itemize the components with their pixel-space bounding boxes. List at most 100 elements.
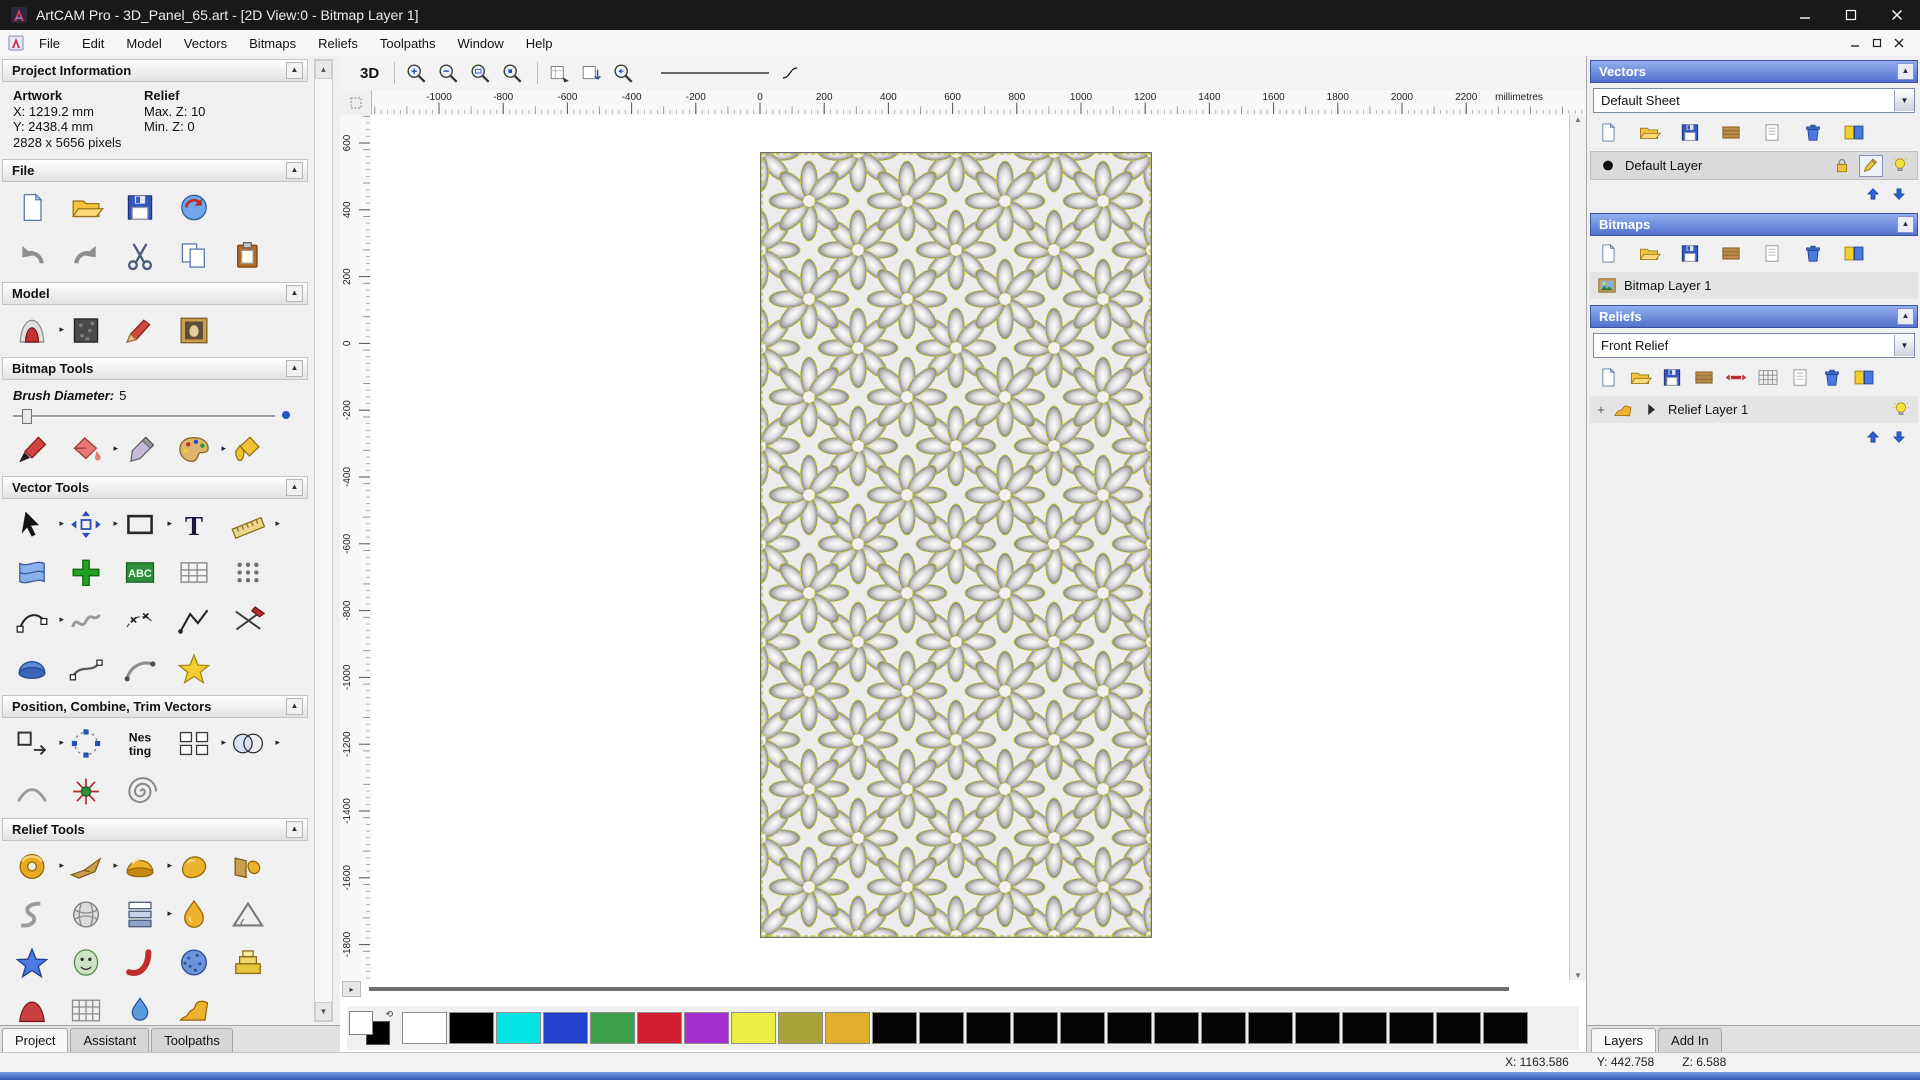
layer-visibility-icon[interactable] bbox=[1842, 243, 1866, 265]
menu-window[interactable]: Window bbox=[447, 30, 515, 56]
open-model-icon[interactable] bbox=[64, 186, 108, 228]
dome-icon[interactable]: ▸ bbox=[118, 845, 162, 887]
collapse-icon[interactable]: ▲ bbox=[286, 162, 303, 179]
select-icon[interactable]: ▸ bbox=[10, 503, 54, 545]
palette-color-9[interactable] bbox=[825, 1012, 870, 1044]
zoom-box-icon[interactable] bbox=[466, 59, 496, 87]
tab-toolpaths[interactable]: Toolpaths bbox=[151, 1028, 233, 1053]
collapse-icon[interactable]: ▲ bbox=[286, 360, 303, 377]
cut-icon[interactable] bbox=[118, 234, 162, 276]
palette-color-10[interactable] bbox=[872, 1012, 917, 1044]
menu-help[interactable]: Help bbox=[515, 30, 564, 56]
layer-delete-icon[interactable] bbox=[1801, 243, 1825, 265]
layer-copy-icon[interactable] bbox=[1760, 122, 1784, 144]
menu-reliefs[interactable]: Reliefs bbox=[307, 30, 369, 56]
transfer-relief-icon[interactable] bbox=[1724, 367, 1748, 389]
texture-sphere-icon[interactable] bbox=[172, 941, 216, 983]
menu-model[interactable]: Model bbox=[115, 30, 172, 56]
scroll-left-icon[interactable]: ▸ bbox=[342, 981, 361, 997]
palette-color-23[interactable] bbox=[1483, 1012, 1528, 1044]
palette-color-5[interactable] bbox=[637, 1012, 682, 1044]
circular-copy-icon[interactable] bbox=[64, 722, 108, 764]
layer-merge-icon[interactable] bbox=[1719, 122, 1743, 144]
weave-icon[interactable] bbox=[64, 893, 108, 935]
layer-name[interactable]: Default Layer bbox=[1625, 158, 1702, 173]
menu-edit[interactable]: Edit bbox=[71, 30, 115, 56]
bucket-fill-icon[interactable] bbox=[226, 428, 270, 470]
spiral-icon[interactable] bbox=[118, 770, 162, 812]
layer-name[interactable]: Bitmap Layer 1 bbox=[1624, 278, 1711, 293]
dropdown-arrow-icon[interactable]: ▼ bbox=[1894, 90, 1914, 111]
menu-file[interactable]: File bbox=[28, 30, 71, 56]
view-3d-button[interactable]: 3D bbox=[352, 63, 387, 84]
fence-icon[interactable] bbox=[172, 551, 216, 593]
collapse-icon[interactable]: ▲ bbox=[286, 821, 303, 838]
layer-open-icon[interactable] bbox=[1637, 122, 1661, 144]
palette-color-14[interactable] bbox=[1060, 1012, 1105, 1044]
droplet-icon[interactable] bbox=[118, 989, 162, 1025]
line-style-preview[interactable] bbox=[655, 64, 815, 82]
flyout-arrow-icon[interactable]: ▸ bbox=[275, 518, 280, 529]
copy-icon[interactable] bbox=[172, 234, 216, 276]
offset-relief-icon[interactable] bbox=[226, 941, 270, 983]
brush-diameter-slider[interactable] bbox=[13, 406, 297, 424]
canvas-2d-view[interactable] bbox=[371, 115, 1570, 980]
collapse-icon[interactable]: ▲ bbox=[286, 62, 303, 79]
flood-fill-icon[interactable]: ▸ bbox=[64, 428, 108, 470]
tab-layers[interactable]: Layers bbox=[1591, 1028, 1656, 1053]
emboss-icon[interactable] bbox=[64, 941, 108, 983]
measure-icon[interactable]: ▸ bbox=[226, 503, 270, 545]
mdi-restore-icon[interactable] bbox=[1872, 38, 1882, 48]
palette-color-16[interactable] bbox=[1154, 1012, 1199, 1044]
zoom-object-icon[interactable] bbox=[498, 59, 528, 87]
collapse-icon[interactable]: ▲ bbox=[1897, 308, 1914, 325]
menu-bitmaps[interactable]: Bitmaps bbox=[238, 30, 307, 56]
collapse-icon[interactable]: ▲ bbox=[286, 285, 303, 302]
move-layer-up-button[interactable] bbox=[1864, 429, 1884, 447]
primary-secondary-colors[interactable]: ⟲ bbox=[347, 1009, 395, 1047]
torus-icon[interactable]: ▸ bbox=[10, 845, 54, 887]
vertical-scrollbar[interactable]: ▲ ▼ bbox=[1569, 115, 1586, 980]
tab-assistant[interactable]: Assistant bbox=[70, 1028, 149, 1053]
palette-color-15[interactable] bbox=[1107, 1012, 1152, 1044]
palette-color-8[interactable] bbox=[778, 1012, 823, 1044]
tab-project[interactable]: Project bbox=[2, 1028, 68, 1053]
weld-icon[interactable]: ▸ bbox=[226, 722, 270, 764]
layer-open-icon[interactable] bbox=[1628, 367, 1652, 389]
trim-icon[interactable] bbox=[226, 599, 270, 641]
palette-color-3[interactable] bbox=[543, 1012, 588, 1044]
scroll-up-icon[interactable]: ▲ bbox=[1574, 115, 1582, 124]
collapse-icon[interactable]: ▲ bbox=[1897, 216, 1914, 233]
panel-artwork[interactable] bbox=[760, 152, 1152, 938]
layer-merge-icon[interactable] bbox=[1719, 243, 1743, 265]
bulb-icon[interactable] bbox=[1889, 156, 1911, 176]
layer-row-relief-layer-1[interactable]: + Relief Layer 1 bbox=[1590, 396, 1918, 423]
block-copy-icon[interactable]: ▸ bbox=[172, 722, 216, 764]
zoom-previous-icon[interactable] bbox=[609, 59, 639, 87]
palette-icon[interactable]: ▸ bbox=[172, 428, 216, 470]
layer-new-icon[interactable] bbox=[1596, 122, 1620, 144]
scroll-down-icon[interactable]: ▼ bbox=[315, 1002, 332, 1021]
left-panel-scrollbar[interactable]: ▲ ▼ bbox=[314, 59, 333, 1022]
palette-color-11[interactable] bbox=[919, 1012, 964, 1044]
palette-color-13[interactable] bbox=[1013, 1012, 1058, 1044]
bitmap-layer-icon[interactable] bbox=[1596, 276, 1618, 296]
chisel-icon[interactable]: ▸ bbox=[64, 845, 108, 887]
layer-save-icon[interactable] bbox=[1660, 367, 1684, 389]
palette-color-17[interactable] bbox=[1201, 1012, 1246, 1044]
shape-blob-icon[interactable] bbox=[172, 845, 216, 887]
palette-color-22[interactable] bbox=[1436, 1012, 1481, 1044]
palette-color-4[interactable] bbox=[590, 1012, 635, 1044]
save-model-icon[interactable] bbox=[118, 186, 162, 228]
smudge-icon[interactable] bbox=[118, 941, 162, 983]
palette-color-12[interactable] bbox=[966, 1012, 1011, 1044]
slider-handle[interactable] bbox=[22, 409, 32, 424]
text-frame-icon[interactable]: ABC bbox=[118, 551, 162, 593]
horizontal-scrollbar[interactable]: ▸ bbox=[342, 982, 1570, 996]
bulb-icon[interactable] bbox=[1890, 400, 1912, 420]
caret-right-icon[interactable] bbox=[1640, 400, 1662, 420]
zoom-in-icon[interactable] bbox=[402, 59, 432, 87]
layer-new-icon[interactable] bbox=[1596, 243, 1620, 265]
node-edit-icon[interactable] bbox=[118, 599, 162, 641]
move-layer-down-button[interactable] bbox=[1890, 186, 1910, 204]
